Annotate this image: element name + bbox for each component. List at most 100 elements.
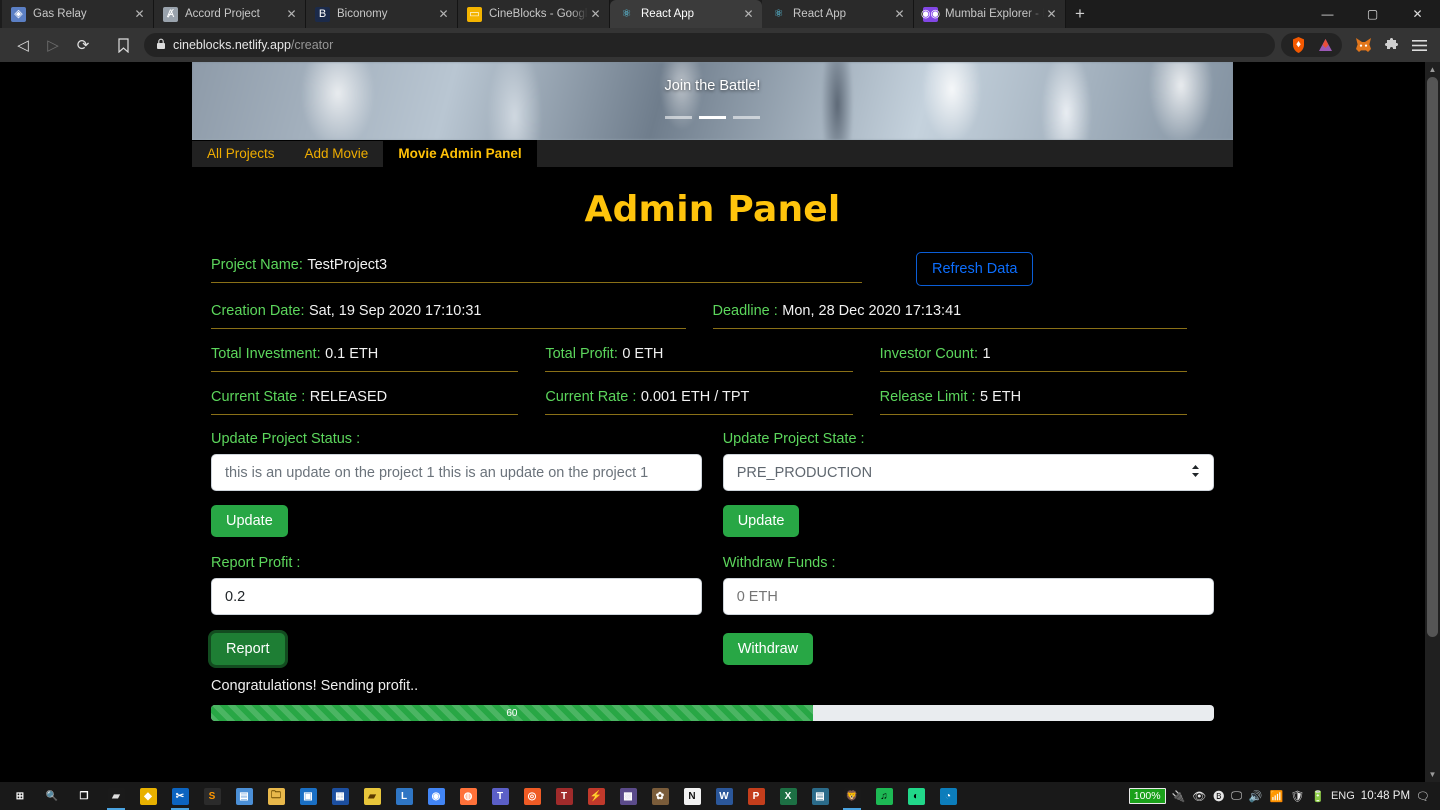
taskbar-gimp-icon[interactable]: ✿ <box>644 782 676 810</box>
browser-tab-close-icon[interactable]: ✕ <box>284 7 299 21</box>
brave-rewards-icon[interactable] <box>1315 32 1335 58</box>
browser-tab-close-icon[interactable]: ✕ <box>588 7 603 21</box>
scroll-down-arrow[interactable]: ▼ <box>1425 767 1440 782</box>
browser-tab-close-icon[interactable]: ✕ <box>1044 7 1059 21</box>
taskbar-powerpoint-icon[interactable]: P <box>740 782 772 810</box>
browser-tab-0[interactable]: ◈ Gas Relay ✕ <box>2 0 154 28</box>
update-state-button[interactable]: Update <box>722 505 800 537</box>
browser-tab-2[interactable]: B Biconomy ✕ <box>306 0 458 28</box>
taskbar-notes-icon[interactable]: ▤ <box>228 782 260 810</box>
taskbar-vscode-icon[interactable]: ✂ <box>164 782 196 810</box>
update-state-group: Update Project State : PRE_PRODUCTION Up… <box>722 431 1214 537</box>
taskbar-start-button[interactable]: ⊞ <box>4 782 36 810</box>
action-center-icon[interactable]: 🗨 <box>1416 790 1430 803</box>
update-status-button[interactable]: Update <box>211 505 288 537</box>
volume-icon[interactable]: 🔊 <box>1249 790 1263 803</box>
taskbar-terminal-icon[interactable]: ▰ <box>100 782 132 810</box>
bluetooth-icon[interactable]: 🅑 <box>1213 788 1224 804</box>
profit-gutter <box>702 555 722 665</box>
ganache-icon: ▩ <box>619 787 637 805</box>
withdraw-funds-button[interactable]: Withdraw <box>722 633 814 665</box>
ethereum-gas-icon: ◈ <box>11 6 26 22</box>
taskbar-task-view-icon[interactable]: ❐ <box>68 782 100 810</box>
maximize-button[interactable]: ▢ <box>1350 0 1395 28</box>
carousel-indicator-2[interactable] <box>699 116 726 119</box>
taskbar-pycharm-icon[interactable]: ◐ <box>900 782 932 810</box>
extensions-icon[interactable] <box>1378 32 1404 58</box>
total-investment-field: Total Investment: 0.1 ETH <box>211 345 545 372</box>
browser-tab-5[interactable]: ⚛ React App ✕ <box>762 0 914 28</box>
taskbar-chrome-icon[interactable]: ◉ <box>420 782 452 810</box>
power-plug-icon[interactable]: 🔌 <box>1172 790 1186 803</box>
scrollbar-thumb[interactable] <box>1427 77 1438 637</box>
wifi-icon[interactable]: 📶 <box>1270 790 1284 803</box>
security-shield-icon[interactable]: 🛡 <box>1290 790 1304 803</box>
browser-tab-title: React App <box>793 8 847 20</box>
minimize-button[interactable]: — <box>1305 0 1350 28</box>
browser-tab-close-icon[interactable]: ✕ <box>741 7 756 21</box>
taskbar-paint-net-icon[interactable]: ◆ <box>132 782 164 810</box>
withdraw-funds-input[interactable] <box>722 578 1214 615</box>
close-window-button[interactable]: ✕ <box>1395 0 1440 28</box>
browser-tab-close-icon[interactable]: ✕ <box>436 7 451 21</box>
new-tab-button[interactable]: + <box>1066 0 1094 28</box>
browser-tab-3[interactable]: ▭ CineBlocks - Google Slid✕ <box>458 0 610 28</box>
report-profit-button[interactable]: Report <box>211 633 285 665</box>
taskbar-postman-icon[interactable]: ◎ <box>516 782 548 810</box>
taskbar-teams-icon[interactable]: T <box>484 782 516 810</box>
taskbar-mysql-icon[interactable]: ▤ <box>804 782 836 810</box>
taskbar-notion-icon[interactable]: N <box>676 782 708 810</box>
display-icon[interactable]: 🖵 <box>1231 790 1242 803</box>
browser-tab-close-icon[interactable]: ✕ <box>132 7 147 21</box>
browser-menu-icon[interactable] <box>1406 32 1432 58</box>
taskbar-devtools-icon[interactable]: ▦ <box>324 782 356 810</box>
update-state-select[interactable]: PRE_PRODUCTION <box>722 454 1214 491</box>
taskbar-lastpass-icon[interactable]: L <box>388 782 420 810</box>
browser-tab-title: Accord Project <box>185 8 260 20</box>
hero-carousel[interactable]: Join the Battle! <box>192 62 1233 140</box>
dates-row: Creation Date: Sat, 19 Sep 2020 17:10:31… <box>211 302 1214 329</box>
taskbar-ganache-icon[interactable]: ▩ <box>612 782 644 810</box>
battery-percent-badge[interactable]: 100% <box>1128 788 1166 804</box>
browser-tab-close-icon[interactable]: ✕ <box>892 7 907 21</box>
scroll-up-arrow[interactable]: ▲ <box>1425 62 1440 77</box>
taskbar-file-explorer-icon[interactable]: 🗀 <box>260 782 292 810</box>
nav-tab-all-projects[interactable]: All Projects <box>192 141 290 167</box>
taskbar-truffle-icon[interactable]: T <box>548 782 580 810</box>
taskbar-excel-icon[interactable]: X <box>772 782 804 810</box>
taskbar-firefox-icon[interactable]: ◍ <box>452 782 484 810</box>
address-bar[interactable]: cineblocks.netlify.app/creator <box>144 33 1275 57</box>
page-scrollbar[interactable]: ▲ ▼ <box>1425 62 1440 782</box>
bookmark-icon[interactable] <box>108 31 138 59</box>
brave-shields-icon[interactable] <box>1288 32 1308 58</box>
battery-icon[interactable]: 🔋 <box>1311 790 1325 803</box>
taskbar-remix-icon[interactable]: ⚡ <box>580 782 612 810</box>
spotify-icon: ♫ <box>875 787 893 805</box>
nav-tab-movie-admin-panel[interactable]: Movie Admin Panel <box>383 141 537 167</box>
carousel-indicator-1[interactable] <box>665 116 692 119</box>
language-indicator[interactable]: ENG <box>1331 790 1355 802</box>
metamask-extension-icon[interactable] <box>1350 32 1376 58</box>
reload-button[interactable]: ⟳ <box>68 31 98 59</box>
taskbar-outlook-icon[interactable]: ▣ <box>292 782 324 810</box>
browser-tab-4[interactable]: ⚛ React App ✕ <box>610 0 762 28</box>
taskbar-search-icon[interactable]: 🔍 <box>36 782 68 810</box>
carousel-indicator-3[interactable] <box>733 116 760 119</box>
back-button[interactable]: ◁ <box>8 31 38 59</box>
taskbar-edge-icon[interactable]: ◔ <box>932 782 964 810</box>
nav-tab-add-movie[interactable]: Add Movie <box>289 141 384 167</box>
taskbar-pdf-reader-icon[interactable]: ▰ <box>356 782 388 810</box>
refresh-data-button[interactable]: Refresh Data <box>916 252 1034 286</box>
taskbar-clock[interactable]: 10:48 PM <box>1361 790 1410 802</box>
forward-button[interactable]: ▷ <box>38 31 68 59</box>
taskbar-brave-browser-icon[interactable]: 🦁 <box>836 782 868 810</box>
update-status-input[interactable] <box>211 454 703 491</box>
creation-date-label: Creation Date: <box>211 303 305 319</box>
nvidia-icon[interactable]: 👁 <box>1192 790 1206 803</box>
taskbar-spotify-icon[interactable]: ♫ <box>868 782 900 810</box>
browser-tab-1[interactable]: Ⱥ Accord Project ✕ <box>154 0 306 28</box>
taskbar-sublime-text-icon[interactable]: S <box>196 782 228 810</box>
report-profit-input[interactable] <box>211 578 703 615</box>
taskbar-word-icon[interactable]: W <box>708 782 740 810</box>
browser-tab-6[interactable]: ◉◉ Mumbai Explorer - Block✕ <box>914 0 1066 28</box>
